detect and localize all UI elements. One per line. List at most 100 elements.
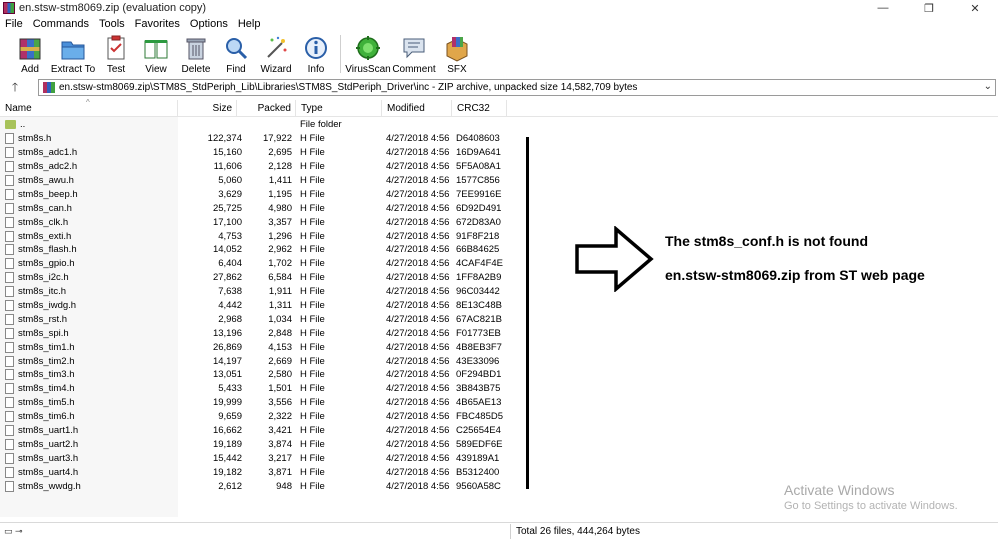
column-packed[interactable]: Packed (237, 100, 296, 117)
menu-help[interactable]: Help (233, 18, 266, 30)
table-row[interactable]: stm8s_exti.h 4,753 1,296 H File 4/27/2018 4:… (0, 229, 504, 243)
table-row[interactable]: stm8s_awu.h 5,060 1,411 H File 4/27/2018 4:5… (0, 174, 504, 188)
file-icon (5, 286, 14, 298)
sfx-button[interactable]: SFX (437, 32, 477, 76)
info-button[interactable]: Info (296, 32, 336, 76)
file-name-label: stm8s_uart1.h (18, 425, 79, 437)
file-size-cell: 7,638 (218, 286, 242, 298)
table-row[interactable]: stm8s_uart4.h 19,182 3,871 H File 4/27/2018 … (0, 465, 504, 479)
file-crc-cell: 4B65AE13 (456, 397, 502, 409)
path-field[interactable]: en.stsw-stm8069.zip\STM8S_StdPeriph_Lib\… (38, 79, 996, 96)
address-bar: 🡑 en.stsw-stm8069.zip\STM8S_StdPeriph_Li… (0, 78, 998, 98)
table-row[interactable]: stm8s_spi.h 13,196 2,848 H File 4/27/2018 4:… (0, 326, 504, 340)
table-row[interactable]: stm8s_gpio.h 6,404 1,702 H File 4/27/2018 4:… (0, 257, 504, 271)
table-row[interactable]: stm8s_uart1.h 16,662 3,421 H File 4/27/2018 … (0, 424, 504, 438)
file-crc-cell: 67AC821B (456, 313, 502, 325)
file-crc-cell: 6D92D491 (456, 202, 502, 214)
file-name-label: stm8s_clk.h (18, 216, 69, 228)
table-row[interactable]: stm8s_flash.h 14,052 2,962 H File 4/27/2018 … (0, 243, 504, 257)
file-icon (5, 341, 14, 353)
find-button[interactable]: Find (216, 32, 256, 76)
table-row[interactable]: stm8s_iwdg.h 4,442 1,311 H File 4/27/2018 4:… (0, 299, 504, 313)
file-icon (5, 480, 14, 492)
close-button[interactable]: ✕ (952, 0, 998, 16)
status-drive-icon[interactable]: ▭ ⊸ (0, 526, 40, 537)
maximize-button[interactable]: ❐ (906, 0, 952, 16)
file-packed-cell: 3,357 (268, 216, 292, 228)
column-size[interactable]: Size (178, 100, 237, 117)
table-row[interactable]: stm8s_can.h 25,725 4,980 H File 4/27/2018 4:… (0, 201, 504, 215)
minimize-button[interactable]: — (860, 0, 906, 16)
table-row[interactable]: stm8s_uart2.h 19,189 3,874 H File 4/27/2018 … (0, 437, 504, 451)
menu-favorites[interactable]: Favorites (130, 18, 185, 30)
file-packed-cell: 1,195 (268, 188, 292, 200)
column-modified-label: Modified (387, 103, 425, 114)
file-name-cell: stm8s_adc1.h (0, 147, 178, 159)
table-row[interactable]: stm8s_adc2.h 11,606 2,128 H File 4/27/2018 4… (0, 160, 504, 174)
comment-button[interactable]: Comment (391, 32, 437, 76)
parent-folder-row[interactable]: .. File folder (0, 118, 504, 132)
file-type-cell: H File (300, 272, 325, 284)
file-icon (5, 230, 14, 242)
file-size-cell: 2,968 (218, 313, 242, 325)
add-button[interactable]: Add (10, 32, 50, 76)
chevron-down-icon[interactable]: ⌄ (984, 81, 992, 92)
file-type-cell: H File (300, 147, 325, 159)
column-modified[interactable]: Modified (382, 100, 452, 117)
view-label: View (145, 64, 167, 75)
wizard-button[interactable]: Wizard (256, 32, 296, 76)
file-modified-cell: 4/27/2018 4:56 ... (386, 300, 452, 312)
file-name-label: stm8s_can.h (18, 202, 72, 214)
menu-options[interactable]: Options (185, 18, 233, 30)
find-label: Find (226, 64, 246, 75)
file-size-cell: 5,433 (218, 383, 242, 395)
menu-file[interactable]: File (0, 18, 28, 30)
table-row[interactable]: stm8s_tim3.h 13,051 2,580 H File 4/27/2018 4… (0, 368, 504, 382)
comment-label: Comment (392, 64, 436, 75)
table-row[interactable]: stm8s_tim6.h 9,659 2,322 H File 4/27/2018 4:… (0, 410, 504, 424)
file-crc-cell: 9560A58C (456, 480, 501, 492)
file-icon (5, 258, 14, 270)
table-row[interactable]: stm8s_tim4.h 5,433 1,501 H File 4/27/2018 4:… (0, 382, 504, 396)
table-row[interactable]: stm8s_clk.h 17,100 3,357 H File 4/27/2018 4:… (0, 215, 504, 229)
table-row[interactable]: stm8s.h 122,374 17,922 H File 4/27/2018 4:56… (0, 132, 504, 146)
file-rows: .. File folder stm8s.h 122,374 17,922 H File 4… (0, 118, 504, 493)
delete-button[interactable]: Delete (176, 32, 216, 76)
menu-commands[interactable]: Commands (28, 18, 94, 30)
virus-scan-icon (356, 36, 380, 60)
table-row[interactable]: stm8s_beep.h 3,629 1,195 H File 4/27/2018 4:… (0, 187, 504, 201)
view-button[interactable]: View (136, 32, 176, 76)
file-packed-cell: 2,695 (268, 147, 292, 159)
file-modified-cell: 4/27/2018 4:56 ... (386, 258, 452, 270)
winrar-app-icon[interactable] (3, 2, 15, 14)
table-row[interactable]: stm8s_tim2.h 14,197 2,669 H File 4/27/2018 4… (0, 354, 504, 368)
test-button[interactable]: Test (96, 32, 136, 76)
activate-windows-subtitle: Go to Settings to activate Windows. (784, 500, 958, 512)
menu-tools[interactable]: Tools (94, 18, 130, 30)
table-row[interactable]: stm8s_tim5.h 19,999 3,556 H File 4/27/2018 4… (0, 396, 504, 410)
file-icon (5, 147, 14, 159)
table-row[interactable]: stm8s_tim1.h 26,869 4,153 H File 4/27/2018 4… (0, 340, 504, 354)
file-crc-cell: 4B8EB3F7 (456, 341, 502, 353)
table-row[interactable]: stm8s_uart3.h 15,442 3,217 H File 4/27/2018 … (0, 451, 504, 465)
table-row[interactable]: stm8s_wwdg.h 2,612 948 H File 4/27/2018 4:56… (0, 479, 504, 493)
file-size-cell: 13,051 (212, 369, 242, 381)
table-row[interactable]: stm8s_itc.h 7,638 1,911 H File 4/27/2018 4:5… (0, 285, 504, 299)
up-arrow-icon[interactable]: 🡑 (0, 78, 30, 98)
annotation-text-source: en.stsw-stm8069.zip from ST web page (665, 267, 925, 283)
table-row[interactable]: stm8s_rst.h 2,968 1,034 H File 4/27/2018 4:5… (0, 312, 504, 326)
column-name[interactable]: ^ Name (0, 98, 178, 117)
virusscan-button[interactable]: VirusScan (345, 32, 391, 76)
column-type[interactable]: Type (296, 100, 382, 117)
file-crc-cell: F01773EB (456, 327, 501, 339)
table-row[interactable]: stm8s_i2c.h 27,862 6,584 H File 4/27/2018 4:… (0, 271, 504, 285)
file-icon (5, 452, 14, 464)
file-type-cell: H File (300, 411, 325, 423)
extract-to-button[interactable]: Extract To (50, 32, 96, 76)
info-icon (305, 37, 327, 59)
file-name-cell: stm8s_tim6.h (0, 411, 178, 423)
file-name-cell: stm8s_tim1.h (0, 341, 178, 353)
column-crc32[interactable]: CRC32 (452, 100, 507, 117)
table-row[interactable]: stm8s_adc1.h 15,160 2,695 H File 4/27/2018 4… (0, 146, 504, 160)
file-modified-cell: 4/27/2018 4:56 ... (386, 313, 452, 325)
